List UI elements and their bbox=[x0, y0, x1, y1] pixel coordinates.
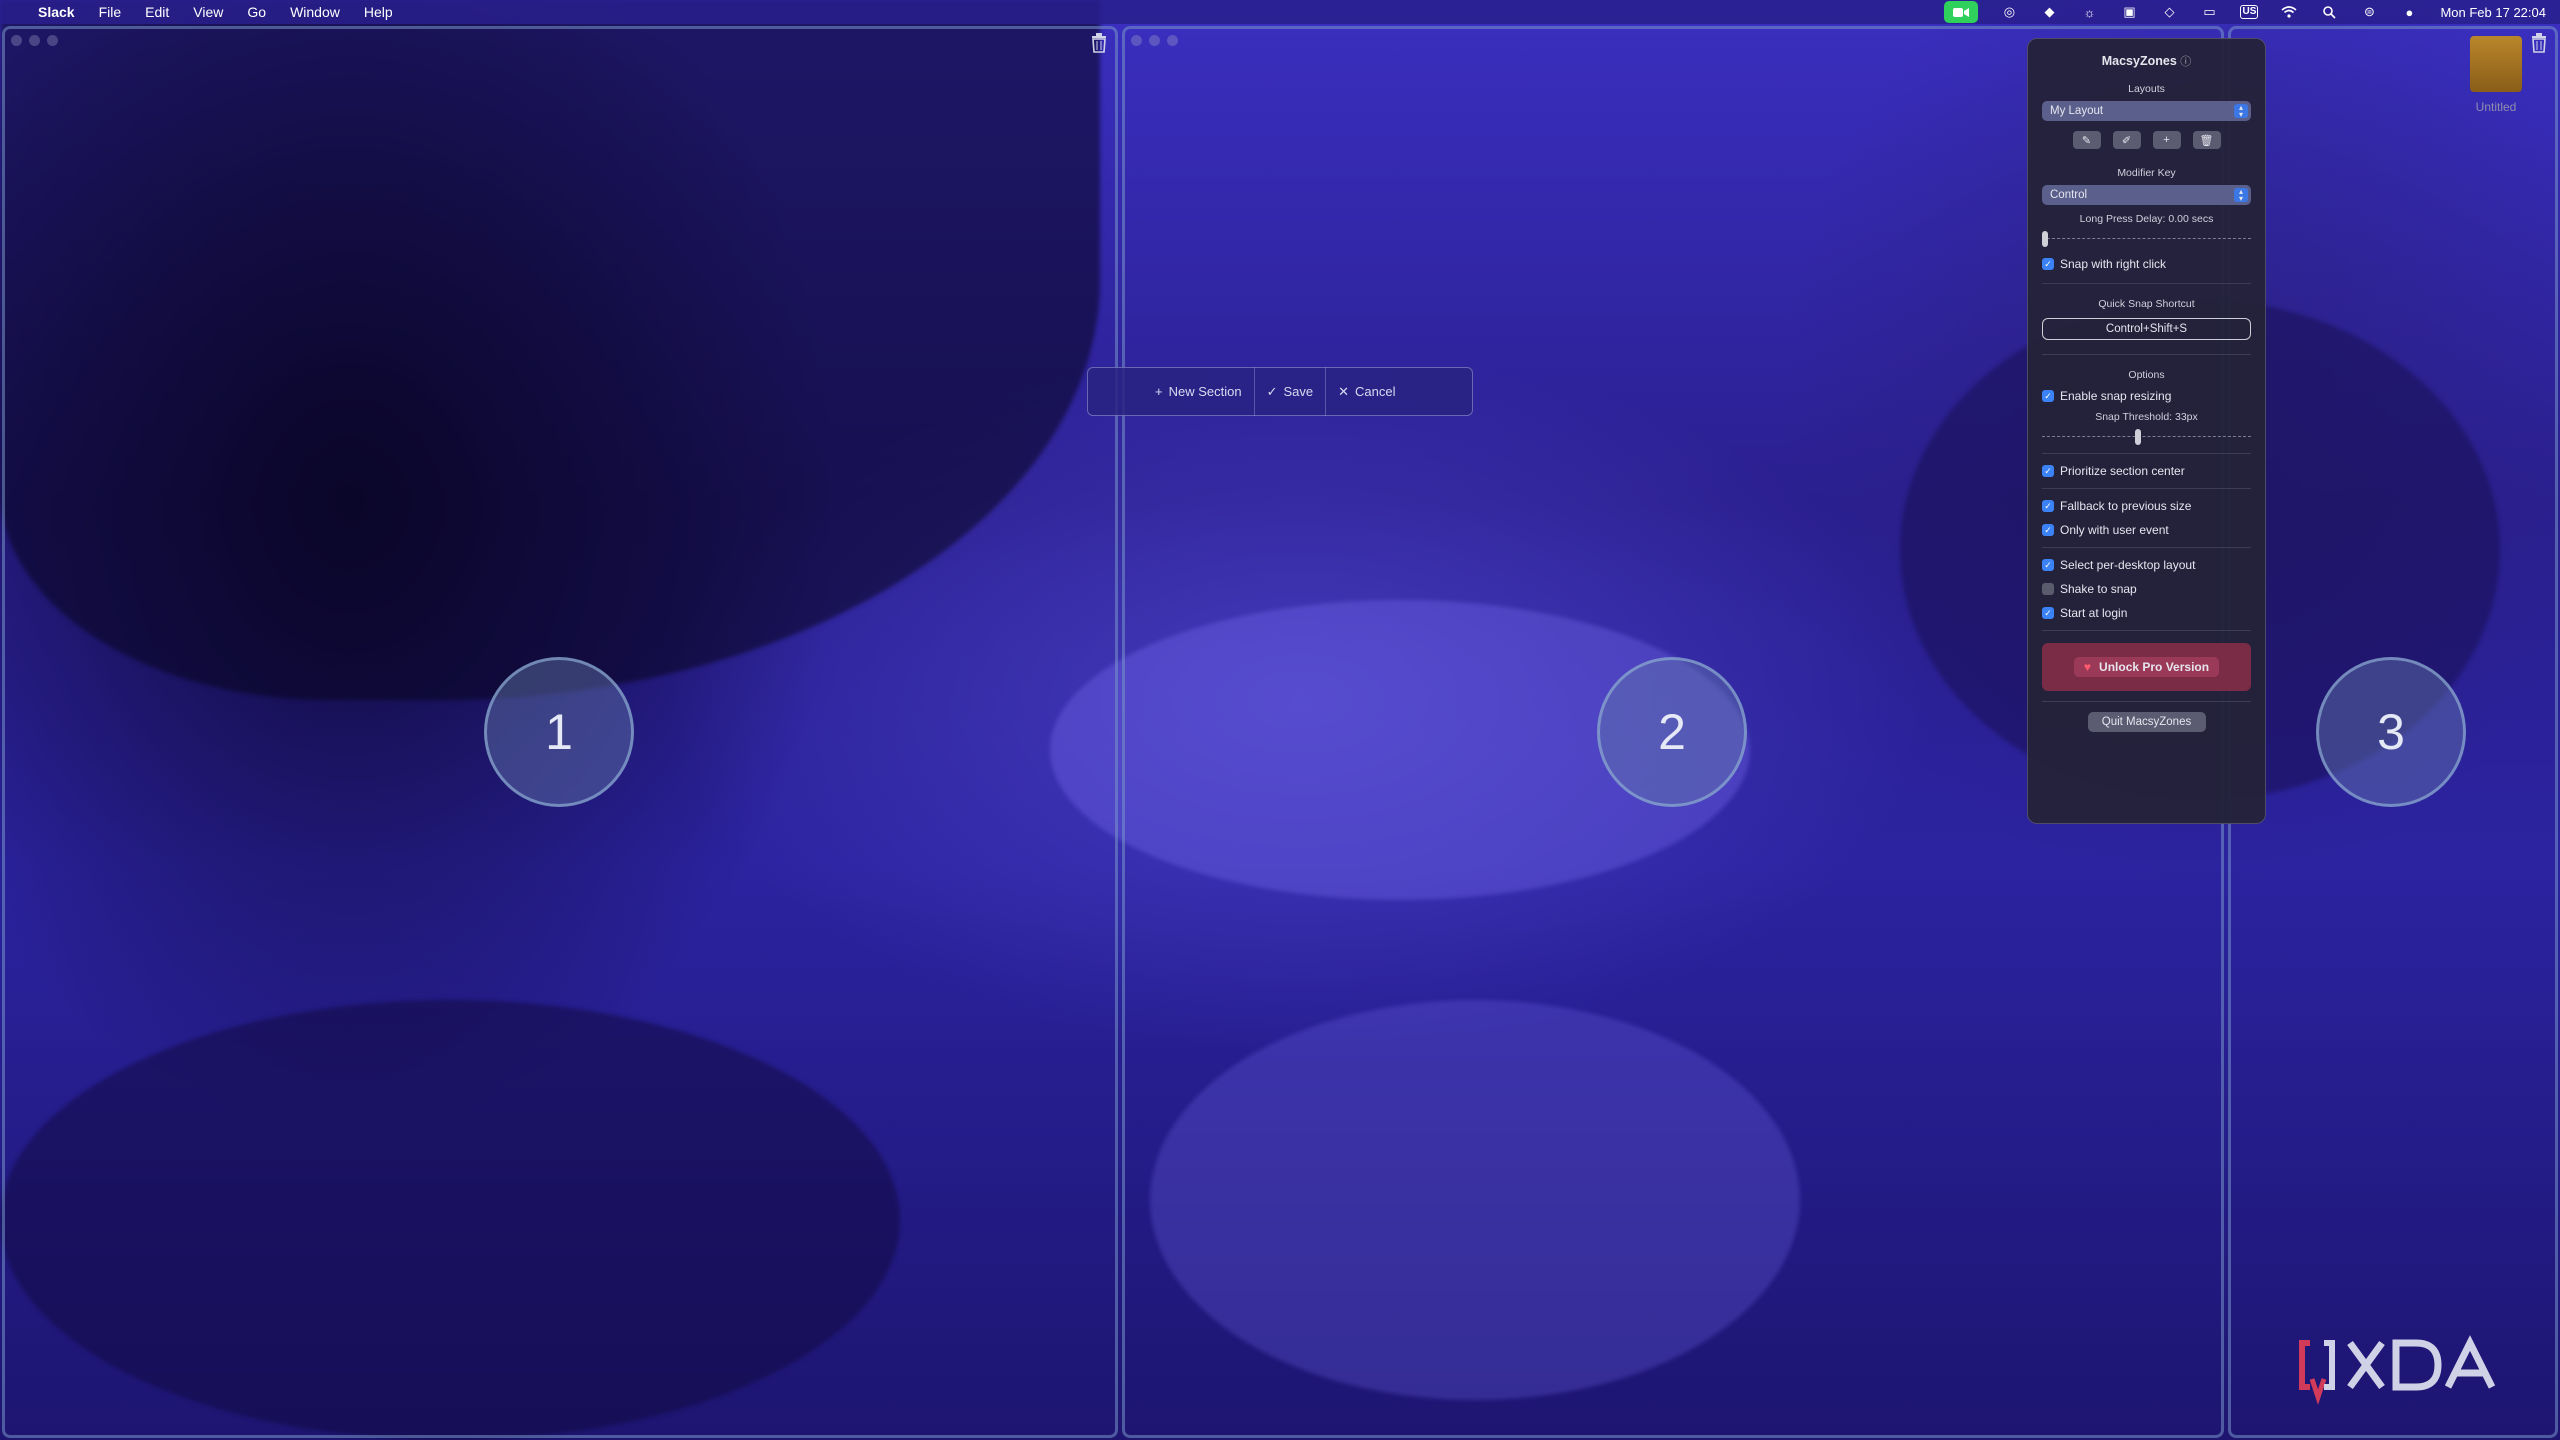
keyboard-input-icon[interactable]: US bbox=[2240, 5, 2259, 19]
only-user-event-checkbox[interactable]: ✓ Only with user event bbox=[2042, 523, 2251, 537]
control-center-icon[interactable]: ⊜ bbox=[2360, 4, 2378, 19]
checkbox-label: Start at login bbox=[2060, 606, 2128, 620]
enable-snap-resizing-checkbox[interactable]: ✓ Enable snap resizing bbox=[2042, 389, 2251, 403]
rename-icon[interactable]: ✐ bbox=[2112, 131, 2141, 149]
activity-monitor-icon[interactable]: ▣ bbox=[2120, 4, 2138, 19]
checkbox-checked-icon: ✓ bbox=[2042, 258, 2054, 270]
long-press-slider[interactable] bbox=[2042, 231, 2251, 247]
wifi-icon[interactable] bbox=[2280, 5, 2298, 19]
quit-button[interactable]: Quit MacsyZones bbox=[2087, 712, 2206, 732]
slider-knob[interactable] bbox=[2042, 231, 2048, 247]
save-label: Save bbox=[1283, 384, 1314, 399]
modifier-heading: Modifier Key bbox=[2117, 167, 2176, 179]
new-section-button[interactable]: + New Section bbox=[1143, 367, 1255, 416]
search-icon[interactable] bbox=[2320, 5, 2338, 19]
xda-logo bbox=[2296, 1335, 2536, 1405]
checkmark-icon: ✓ bbox=[1266, 383, 1278, 399]
trash-icon[interactable] bbox=[1091, 33, 1109, 55]
window-controls bbox=[11, 35, 58, 46]
creative-cloud-icon[interactable]: ◎ bbox=[2000, 4, 2018, 19]
popover-title-text: MacsyZones bbox=[2101, 54, 2177, 68]
checkbox-checked-icon: ✓ bbox=[2042, 465, 2054, 477]
brightness-icon[interactable]: ☼ bbox=[2080, 5, 2098, 20]
long-press-label: Long Press Delay: 0.00 secs bbox=[2079, 213, 2214, 225]
fallback-size-checkbox[interactable]: ✓ Fallback to previous size bbox=[2042, 499, 2251, 513]
menu-window[interactable]: Window bbox=[290, 4, 340, 20]
menu-go[interactable]: Go bbox=[247, 4, 266, 20]
unlock-pro-label: Unlock Pro Version bbox=[2099, 660, 2210, 674]
per-desktop-layout-checkbox[interactable]: ✓ Select per-desktop layout bbox=[2042, 558, 2251, 572]
modifier-select[interactable]: Control ▴ ▾ bbox=[2042, 185, 2251, 205]
snap-threshold-slider[interactable] bbox=[2042, 429, 2251, 445]
snap-threshold-label: Snap Threshold: 33px bbox=[2095, 411, 2198, 423]
zone-number-3: 3 bbox=[2316, 657, 2466, 807]
prioritize-center-checkbox[interactable]: ✓ Prioritize section center bbox=[2042, 464, 2251, 478]
display-icon[interactable]: ▭ bbox=[2200, 4, 2218, 19]
save-button[interactable]: ✓ Save bbox=[1255, 367, 1327, 416]
plus-icon: + bbox=[1155, 384, 1163, 399]
shake-to-snap-checkbox[interactable]: Shake to snap bbox=[2042, 582, 2251, 596]
start-at-login-checkbox[interactable]: ✓ Start at login bbox=[2042, 606, 2251, 620]
checkbox-checked-icon: ✓ bbox=[2042, 559, 2054, 571]
layout-select-value: My Layout bbox=[2050, 105, 2104, 117]
checkbox-label: Select per-desktop layout bbox=[2060, 558, 2196, 572]
folder-icon bbox=[2470, 36, 2522, 92]
desktop-file[interactable]: Untitled bbox=[2466, 36, 2526, 114]
menu-bar: Slack File Edit View Go Window Help ◎ ◆ … bbox=[0, 0, 2560, 24]
cancel-button[interactable]: ✕ Cancel bbox=[1326, 367, 1407, 416]
checkbox-label: Only with user event bbox=[2060, 523, 2169, 537]
options-heading: Options bbox=[2128, 369, 2165, 381]
macsyzones-popover: MacsyZones ⓘ Layouts My Layout ▴ ▾ ✎ ✐ + … bbox=[2027, 38, 2266, 824]
checkbox-unchecked-icon bbox=[2042, 583, 2054, 595]
menu-app-name[interactable]: Slack bbox=[38, 4, 75, 20]
layouts-heading: Layouts bbox=[2128, 83, 2165, 95]
zone-number-1: 1 bbox=[484, 657, 634, 807]
checkbox-checked-icon: ✓ bbox=[2042, 524, 2054, 536]
new-section-label: New Section bbox=[1168, 384, 1242, 399]
popover-title: MacsyZones ⓘ bbox=[2042, 53, 2251, 69]
slider-knob[interactable] bbox=[2135, 429, 2141, 445]
siri-icon[interactable]: ● bbox=[2400, 5, 2418, 20]
layout-actions: ✎ ✐ + 🗑 bbox=[2042, 131, 2251, 149]
add-icon[interactable]: + bbox=[2152, 131, 2181, 149]
close-icon: ✕ bbox=[1338, 383, 1350, 399]
chevron-updown-icon: ▴ ▾ bbox=[2234, 104, 2248, 119]
window-controls bbox=[1131, 35, 1178, 46]
desktop-file-label: Untitled bbox=[2475, 100, 2517, 114]
modifier-select-value: Control bbox=[2050, 189, 2088, 201]
chevron-updown-icon: ▴ ▾ bbox=[2234, 188, 2248, 203]
menu-view[interactable]: View bbox=[193, 4, 223, 20]
checkbox-label: Fallback to previous size bbox=[2060, 499, 2192, 513]
menu-edit[interactable]: Edit bbox=[145, 4, 169, 20]
trash-icon[interactable] bbox=[2531, 33, 2549, 55]
zone-number-2: 2 bbox=[1597, 657, 1747, 807]
heart-icon: ♥ bbox=[2083, 660, 2092, 674]
menu-help[interactable]: Help bbox=[364, 4, 393, 20]
checkbox-label: Prioritize section center bbox=[2060, 464, 2185, 478]
checkbox-label: Shake to snap bbox=[2060, 582, 2137, 596]
quick-snap-shortcut-field[interactable]: Control+Shift+S bbox=[2042, 318, 2251, 340]
checkbox-label: Enable snap resizing bbox=[2060, 389, 2172, 403]
snap-right-click-checkbox[interactable]: ✓ Snap with right click bbox=[2042, 257, 2251, 271]
info-icon[interactable]: ⓘ bbox=[2180, 56, 2191, 68]
drop-icon[interactable]: ◆ bbox=[2040, 4, 2058, 19]
checkbox-checked-icon: ✓ bbox=[2042, 500, 2054, 512]
checkbox-checked-icon: ✓ bbox=[2042, 607, 2054, 619]
cancel-label: Cancel bbox=[1355, 384, 1396, 399]
macsyzones-icon[interactable]: ◇ bbox=[2160, 4, 2178, 19]
menu-file[interactable]: File bbox=[99, 4, 122, 20]
unlock-pro-button[interactable]: ♥ Unlock Pro Version bbox=[2073, 657, 2220, 677]
checkbox-checked-icon: ✓ bbox=[2042, 390, 2054, 402]
layout-select[interactable]: My Layout ▴ ▾ bbox=[2042, 101, 2251, 121]
menubar-clock[interactable]: Mon Feb 17 22:04 bbox=[2440, 5, 2546, 20]
facetime-icon[interactable] bbox=[1944, 1, 1979, 23]
pro-banner: ♥ Unlock Pro Version bbox=[2042, 643, 2251, 691]
checkbox-label: Snap with right click bbox=[2060, 257, 2167, 271]
zone-editor-toolbar: + New Section ✓ Save ✕ Cancel bbox=[1087, 367, 1473, 416]
delete-icon[interactable]: 🗑 bbox=[2192, 131, 2221, 149]
quick-snap-heading: Quick Snap Shortcut bbox=[2098, 298, 2195, 310]
edit-icon[interactable]: ✎ bbox=[2072, 131, 2101, 149]
